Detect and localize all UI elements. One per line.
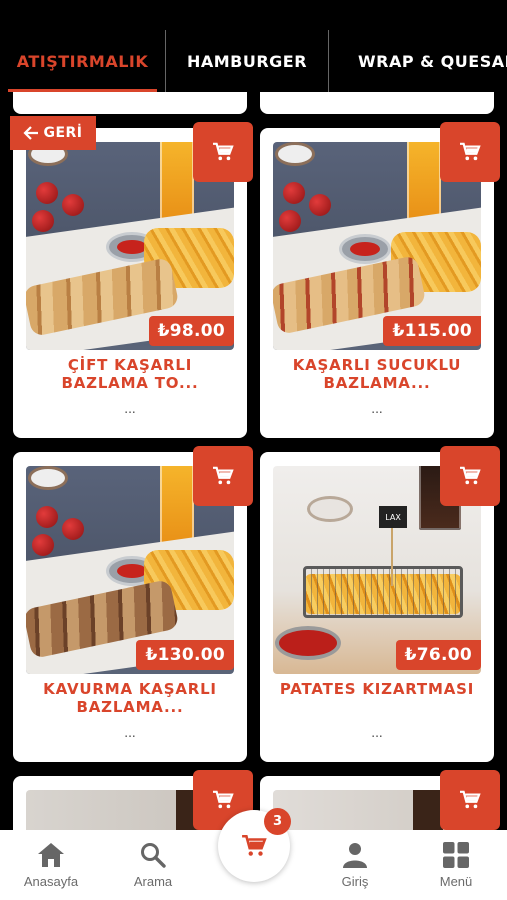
product-card-partial[interactable]: ... — [260, 92, 494, 114]
product-price: ₺98.00 — [148, 316, 234, 346]
tab-atistirmalik[interactable]: ATIŞTIRMALIK — [0, 30, 165, 92]
product-price: ₺130.00 — [136, 640, 234, 670]
product-name: ÇİFT KAŞARLI BAZLAMA TO... — [61, 356, 199, 392]
arrow-left-icon — [23, 126, 39, 140]
category-tabs: ATIŞTIRMALIK HAMBURGER WRAP & QUESADİLLA — [0, 0, 507, 92]
cart-icon — [460, 142, 481, 161]
product-name: KAVURMA KAŞARLI BAZLAMA... — [43, 680, 217, 716]
product-grid: ... ... ₺98.00 ÇİFT KAŞARLI BAZLAMA TO..… — [0, 92, 507, 830]
back-button[interactable]: GERİ — [10, 116, 96, 150]
cart-icon — [460, 790, 481, 809]
add-to-cart-button[interactable] — [193, 122, 253, 182]
nav-login[interactable]: Giriş — [310, 842, 400, 889]
product-description: ... — [371, 402, 383, 416]
nav-search[interactable]: Arama — [108, 842, 198, 889]
nav-search-label: Arama — [133, 874, 173, 889]
product-description: ... — [124, 726, 136, 740]
nav-login-label: Giriş — [341, 874, 369, 889]
user-icon — [343, 843, 367, 868]
cart-icon — [460, 466, 481, 485]
product-description: ... — [371, 726, 383, 740]
nav-home[interactable]: Anasayfa — [6, 842, 96, 889]
product-name: KAŞARLI SUCUKLU BAZLAMA... — [292, 356, 462, 392]
nav-menu[interactable]: Menü — [411, 842, 501, 889]
cart-icon — [242, 834, 267, 856]
product-name: PATATES KIZARTMASI — [279, 680, 475, 698]
product-card-partial[interactable]: ... — [13, 92, 247, 114]
product-price: ₺115.00 — [383, 316, 481, 346]
search-icon — [141, 843, 166, 868]
add-to-cart-button[interactable] — [440, 446, 500, 506]
home-icon — [38, 843, 64, 867]
add-to-cart-button[interactable] — [440, 122, 500, 182]
cart-icon — [213, 142, 234, 161]
cart-icon — [213, 790, 234, 809]
product-price: ₺76.00 — [395, 640, 481, 670]
nav-menu-label: Menü — [439, 874, 473, 889]
cart-icon — [213, 466, 234, 485]
back-button-label: GERİ — [43, 125, 83, 141]
tab-wrap-quesadilla[interactable]: WRAP & QUESADİLLA — [330, 30, 507, 92]
cart-count-badge: 3 — [264, 808, 291, 835]
nav-home-label: Anasayfa — [23, 874, 79, 889]
grid-menu-icon — [443, 842, 469, 868]
tab-divider — [328, 30, 329, 92]
product-description: ... — [124, 402, 136, 416]
add-to-cart-button[interactable] — [440, 770, 500, 830]
add-to-cart-button[interactable] — [193, 446, 253, 506]
tab-hamburger[interactable]: HAMBURGER — [166, 30, 328, 92]
